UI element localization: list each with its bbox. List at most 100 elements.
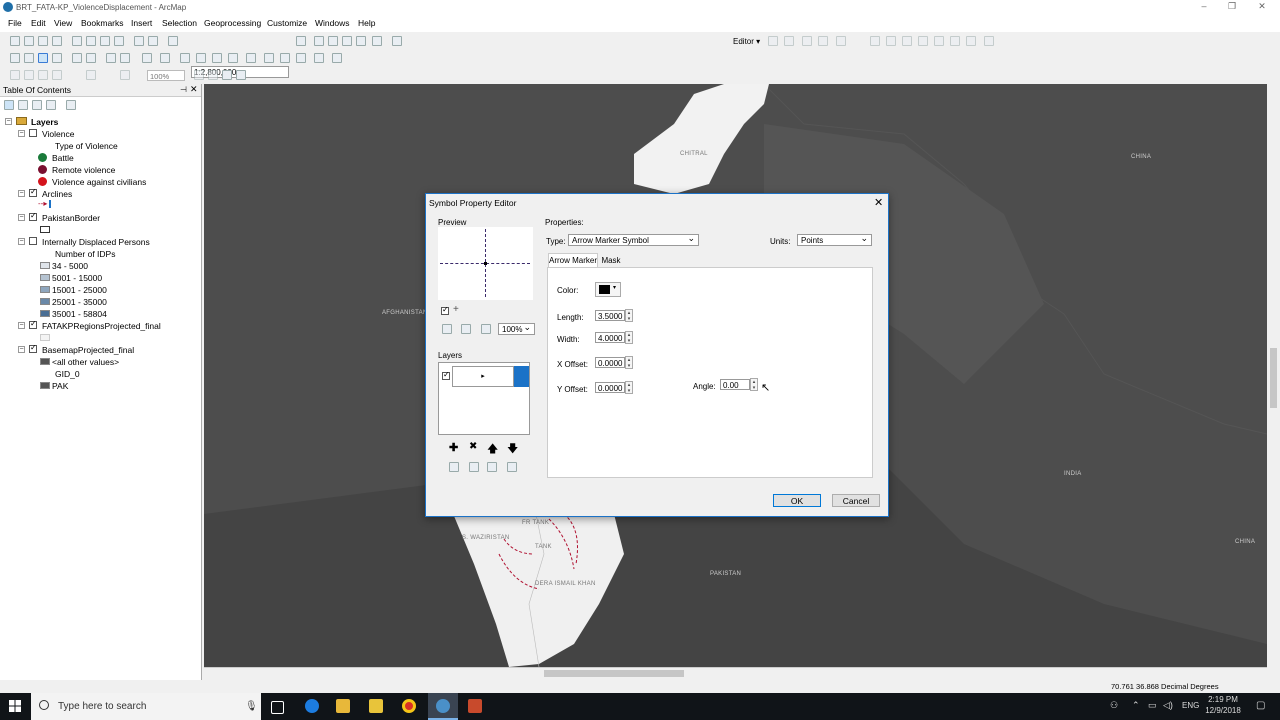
violence-against-civilians-symbol[interactable] [38,177,47,186]
new-document-icon[interactable] [10,36,20,46]
basemap-other-symbol[interactable] [40,358,50,365]
cancel-button[interactable]: Cancel [832,494,880,507]
x-offset-input[interactable]: 0.0000 [595,357,625,368]
list-by-drawing-order-icon[interactable] [4,100,14,110]
cut-polygons-icon[interactable] [902,36,912,46]
fixed-zoom-out-icon[interactable] [86,53,96,63]
y-offset-spinner[interactable]: ▴ ▾ [625,381,633,394]
map-vertical-scrollbar[interactable] [1267,84,1280,667]
idp-class-4-symbol[interactable] [40,298,50,305]
fata-symbol[interactable] [40,334,50,341]
vertical-scroll-thumb[interactable] [1270,348,1277,408]
paste-layer-icon[interactable] [469,462,479,472]
language-indicator[interactable]: ENG [1182,701,1199,710]
x-offset-spinner[interactable]: ▴ ▾ [625,356,633,369]
toggle-draft-mode-icon[interactable] [194,70,204,80]
people-icon[interactable]: ⚇ [1110,700,1118,711]
table-of-contents-icon[interactable] [314,36,324,46]
catalog-icon[interactable] [328,36,338,46]
python-icon[interactable] [372,36,382,46]
list-by-selection-icon[interactable] [46,100,56,110]
select-by-rectangle-icon[interactable] [142,53,152,63]
menu-windows[interactable]: Windows [315,18,349,28]
copy-icon[interactable] [86,36,96,46]
hyperlink-icon[interactable] [212,53,222,63]
dialog-close-button[interactable]: ✕ [874,196,883,209]
focus-data-frame-icon[interactable] [208,70,218,80]
add-data-icon[interactable] [168,36,178,46]
find-route-icon[interactable] [280,53,290,63]
copy-layer-icon[interactable] [449,462,459,472]
layer-basemap[interactable]: BasemapProjected_final [42,345,134,355]
maximize-button[interactable]: ❐ [1222,1,1242,12]
attributes-icon[interactable] [950,36,960,46]
create-features-icon[interactable] [984,36,994,46]
arrow-marker-layer[interactable]: ▸ [452,366,514,387]
split-icon[interactable] [918,36,928,46]
color-picker-button[interactable]: ▾ [595,282,621,297]
select-elements-icon[interactable] [180,53,190,63]
reset-layer-icon[interactable] [487,462,497,472]
save-icon[interactable] [38,36,48,46]
fixed-zoom-in-icon[interactable] [72,53,82,63]
expand-violence-icon[interactable]: − [18,130,25,137]
expand-fata-icon[interactable]: − [18,322,25,329]
length-spinner[interactable]: ▴ ▾ [625,309,633,322]
measure-icon[interactable] [246,53,256,63]
y-offset-input[interactable]: 0.0000 [595,382,625,393]
notifications-icon[interactable]: ▢ [1256,700,1265,711]
idp-visibility-checkbox[interactable] [29,237,37,245]
menu-geoprocessing[interactable]: Geoprocessing [204,18,261,28]
layer-visibility-checkbox[interactable] [442,370,450,380]
crosshair-icon[interactable]: + [453,304,459,315]
expand-layers-icon[interactable]: − [5,118,12,125]
editor-toolbar-icon[interactable] [296,36,306,46]
volume-icon[interactable]: ◁) [1163,700,1173,711]
reshape-icon[interactable] [886,36,896,46]
move-layer-up-icon[interactable]: 🡅 [487,440,498,459]
fata-visibility-checkbox[interactable] [29,319,37,329]
edit-tool-icon[interactable] [768,36,778,46]
arclines-visibility-checkbox[interactable] [29,187,37,197]
delete-icon[interactable] [114,36,124,46]
html-popup-icon[interactable] [228,53,238,63]
lock-layer-icon[interactable] [507,462,517,472]
trace-icon[interactable] [836,36,846,46]
arctoolbox-icon[interactable] [356,36,366,46]
undo-icon[interactable] [134,36,144,46]
idp-class-1-symbol[interactable] [40,262,50,269]
rotate-icon[interactable] [934,36,944,46]
expand-arclines-icon[interactable]: − [18,190,25,197]
angle-spinner[interactable]: ▴ ▾ [750,378,758,391]
layout-back-icon[interactable] [120,70,130,80]
layout-pan-icon[interactable] [38,70,48,80]
redo-icon[interactable] [148,36,158,46]
violence-visibility-checkbox[interactable] [29,129,37,137]
go-back-icon[interactable] [106,53,116,63]
battery-icon[interactable]: ▭ [1148,700,1157,711]
idp-class-3-symbol[interactable] [40,286,50,293]
full-extent-icon[interactable] [52,53,62,63]
remote-violence-symbol[interactable] [38,165,47,174]
units-select[interactable]: Points [797,232,872,246]
menu-insert[interactable]: Insert [131,18,152,28]
tab-mask[interactable]: Mask [598,255,624,267]
paste-icon[interactable] [100,36,110,46]
angle-input[interactable]: 0.00 [720,379,750,390]
clock-date[interactable]: 12/9/2018 [1205,706,1241,715]
store-icon[interactable] [369,699,383,713]
task-view-icon[interactable] [271,701,284,714]
menu-view[interactable]: View [54,18,72,28]
open-icon[interactable] [24,36,34,46]
menu-customize[interactable]: Customize [267,18,307,28]
list-by-visibility-icon[interactable] [32,100,42,110]
layout-zoom-select[interactable]: 100% [147,70,185,81]
idp-class-2-symbol[interactable] [40,274,50,281]
create-viewer-icon[interactable] [332,53,342,63]
idp-class-5-symbol[interactable] [40,310,50,317]
list-by-source-icon[interactable] [18,100,28,110]
zoom-out-icon[interactable] [24,53,34,63]
menu-help[interactable]: Help [358,18,375,28]
add-layer-icon[interactable]: ✚ [449,441,458,454]
expand-basemap-icon[interactable]: − [18,346,25,353]
